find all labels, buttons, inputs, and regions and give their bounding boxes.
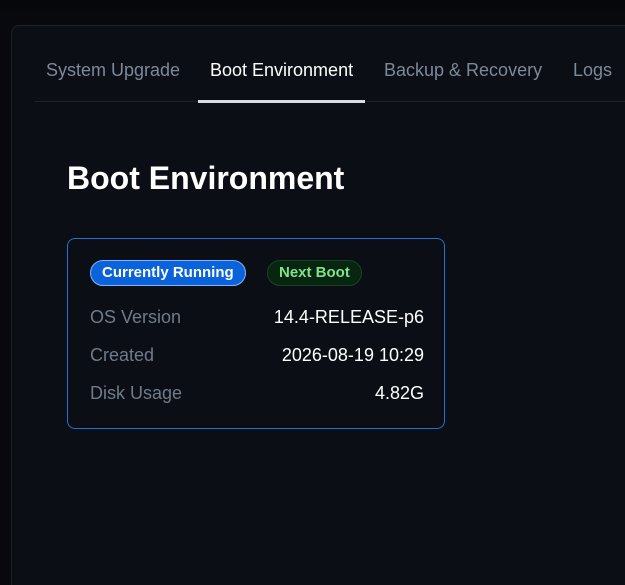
tab-system-upgrade[interactable]: System Upgrade [46,26,180,102]
info-label: Created [90,345,155,365]
boot-environment-card: Currently Running Next Boot OS Version 1… [67,238,445,429]
tab-logs[interactable]: Logs [573,26,612,102]
tab-boot-environment[interactable]: Boot Environment [197,26,366,103]
window-top-strip [0,0,625,10]
currently-running-badge: Currently Running [90,260,246,286]
info-value: 4.82G [374,383,424,403]
info-label: OS Version [90,307,182,327]
page-title: Boot Environment [67,160,345,196]
tab-bar: System Upgrade Boot Environment Backup &… [35,26,625,103]
info-row-disk-usage: Disk Usage 4.82G [90,381,424,405]
info-row-created: Created 2026-08-19 10:29 [90,343,424,367]
tab-backup-recovery[interactable]: Backup & Recovery [384,26,542,102]
next-boot-badge: Next Boot [267,260,362,286]
info-value: 14.4-RELEASE-p6 [273,307,424,327]
info-value: 2026-08-19 10:29 [281,345,424,365]
info-label: Disk Usage [90,383,183,403]
main-panel: System Upgrade Boot Environment Backup &… [11,25,625,585]
info-row-os-version: OS Version 14.4-RELEASE-p6 [90,305,424,329]
